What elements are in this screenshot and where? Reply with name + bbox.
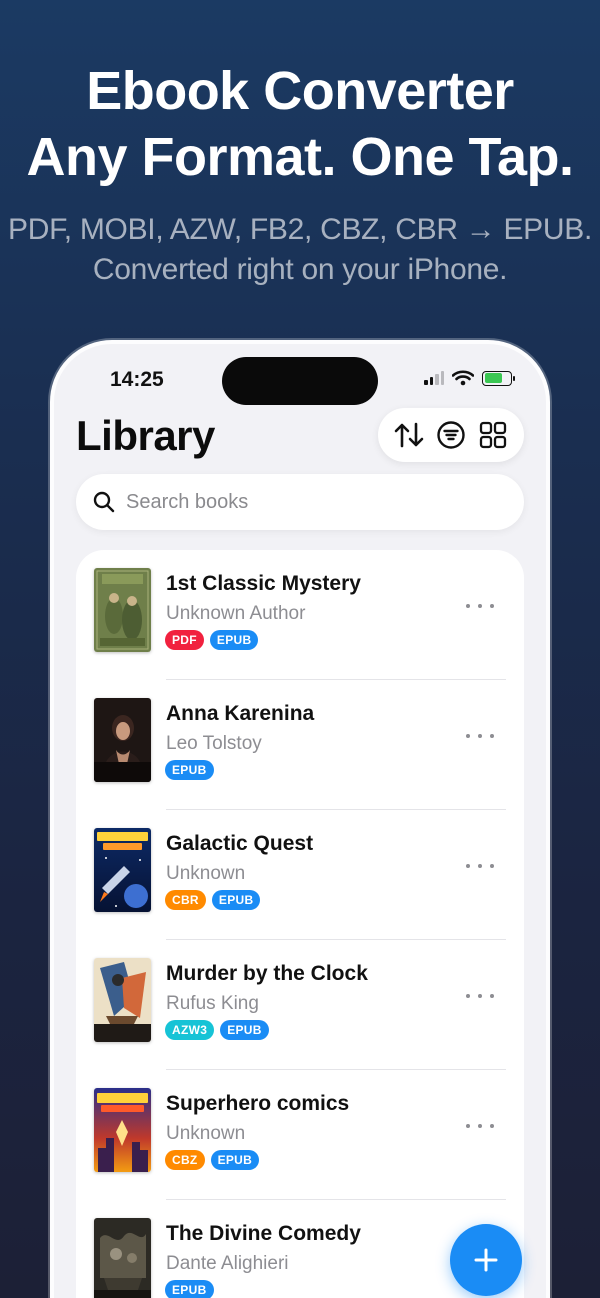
page-title: Library	[76, 412, 215, 459]
hero-title: Ebook Converter Any Format. One Tap.	[0, 58, 600, 190]
filter-button[interactable]	[434, 418, 468, 452]
book-author: Unknown	[166, 1123, 246, 1144]
list-item[interactable]: Galactic Quest Unknown CBR EPUB	[76, 810, 524, 940]
filter-icon	[437, 421, 465, 449]
battery-icon	[482, 370, 515, 386]
format-tag-pdf: PDF	[165, 630, 204, 650]
format-tag-azw3: AZW3	[165, 1020, 215, 1040]
grid-view-button[interactable]	[476, 418, 510, 452]
book-cover	[94, 698, 151, 782]
book-cover	[94, 568, 151, 652]
format-tag-epub: EPUB	[210, 1150, 260, 1170]
search-input[interactable]	[126, 490, 524, 514]
book-author: Dante Alighieri	[166, 1253, 289, 1274]
book-author: Rufus King	[166, 993, 259, 1014]
phone-frame: 14:25 Library Search books 1st Classic M…	[50, 340, 550, 1298]
book-title: Murder by the Clock	[166, 962, 368, 985]
book-title: Superhero comics	[166, 1092, 350, 1115]
hero-title-line1: Ebook Converter	[86, 61, 514, 121]
format-tag-epub: EPUB	[165, 1280, 214, 1298]
sort-arrows-icon	[394, 422, 424, 448]
book-cover	[94, 1088, 151, 1172]
format-tags: PDF EPUB	[165, 630, 259, 650]
book-cover	[94, 1218, 151, 1298]
book-cover	[94, 828, 151, 912]
dynamic-island	[222, 357, 378, 405]
format-tags: EPUB	[165, 1280, 214, 1298]
list-item[interactable]: Anna Karenina Leo Tolstoy EPUB	[76, 680, 524, 810]
search-bar[interactable]	[76, 474, 524, 530]
hero-subtitle-line2: Converted right on your iPhone.	[92, 253, 508, 286]
add-book-button[interactable]	[450, 1224, 522, 1296]
library-toolbar	[378, 408, 524, 462]
book-author: Leo Tolstoy	[166, 733, 262, 754]
status-time: 14:25	[110, 368, 164, 391]
more-options-button[interactable]	[466, 1116, 494, 1136]
hero-subtitle: PDF, MOBI, AZW, FB2, CBZ, CBR → EPUB. Co…	[0, 210, 600, 290]
more-options-button[interactable]	[466, 986, 494, 1006]
list-item[interactable]: Murder by the Clock Rufus King AZW3 EPUB	[76, 940, 524, 1070]
grid-icon	[479, 421, 507, 449]
book-list: 1st Classic Mystery Unknown Author PDF E…	[76, 550, 524, 1298]
list-item[interactable]: 1st Classic Mystery Unknown Author PDF E…	[76, 550, 524, 680]
format-tags: AZW3 EPUB	[165, 1020, 269, 1040]
book-title: Galactic Quest	[166, 832, 314, 855]
hero-subtitle-line1: PDF, MOBI, AZW, FB2, CBZ, CBR → EPUB.	[8, 213, 592, 246]
book-author: Unknown	[166, 863, 246, 884]
list-item[interactable]: Superhero comics Unknown CBZ EPUB	[76, 1070, 524, 1200]
sort-button[interactable]	[392, 418, 426, 452]
format-tag-epub: EPUB	[220, 1020, 269, 1040]
search-icon	[93, 491, 115, 513]
signal-icon	[424, 371, 444, 385]
format-tags: CBR EPUB	[165, 890, 261, 910]
more-options-button[interactable]	[466, 726, 494, 746]
more-options-button[interactable]	[466, 856, 494, 876]
plus-icon	[474, 1248, 498, 1272]
format-tag-epub: EPUB	[211, 890, 261, 910]
status-icons	[424, 370, 515, 386]
hero-title-line2: Any Format. One Tap.	[26, 127, 574, 187]
format-tag-epub: EPUB	[165, 760, 214, 780]
more-options-button[interactable]	[466, 596, 494, 616]
book-title: Anna Karenina	[166, 702, 315, 725]
format-tag-epub: EPUB	[209, 630, 259, 650]
wifi-icon	[452, 370, 474, 386]
format-tag-cbr: CBR	[165, 890, 206, 910]
book-title: 1st Classic Mystery	[166, 572, 361, 595]
book-cover	[94, 958, 151, 1042]
format-tag-cbz: CBZ	[165, 1150, 205, 1170]
book-author: Unknown Author	[166, 603, 306, 624]
format-tags: CBZ EPUB	[165, 1150, 260, 1170]
book-title: The Divine Comedy	[166, 1222, 361, 1245]
format-tags: EPUB	[165, 760, 214, 780]
